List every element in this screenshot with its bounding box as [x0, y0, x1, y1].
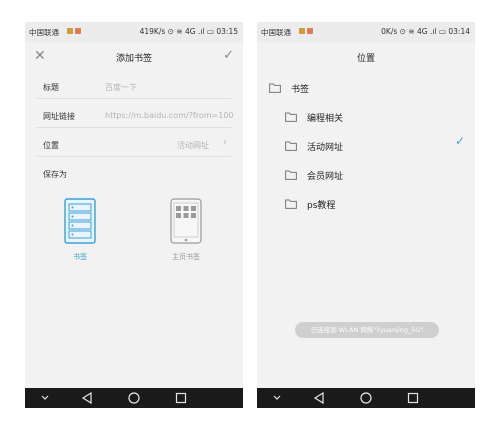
back-icon[interactable] — [304, 388, 334, 408]
folder-icon — [269, 83, 281, 93]
bookmark-option[interactable] — [64, 198, 96, 248]
folder-item[interactable]: 会员网址 — [285, 163, 455, 187]
folder-label: 活动网址 — [307, 143, 344, 153]
home-icon[interactable] — [351, 388, 381, 408]
status-bar: 中国联通 0K/s ⊙ ≋ 4G .ıl ▭ 03:14 — [257, 22, 475, 42]
save-as-label: 保存为 — [43, 170, 67, 179]
folder-item[interactable]: 编程相关 — [285, 105, 455, 129]
url-field[interactable]: 网址链接 https://m.baidu.com/?from=1000953 — [37, 103, 233, 128]
homepage-bookmark-option-label[interactable]: 主页书签 — [156, 252, 216, 262]
title-field-label: 标题 — [43, 83, 59, 92]
folder-item-selected[interactable]: 活动网址 — [285, 134, 455, 158]
toast-message: 已连接到 WLAN 网络"liyuanjing_5G" — [295, 322, 439, 338]
navigation-bar — [25, 388, 243, 408]
collapse-icon[interactable] — [30, 388, 60, 408]
folder-label: 会员网址 — [307, 172, 344, 182]
check-icon[interactable]: ✓ — [223, 48, 234, 63]
status-indicators: 0K/s ⊙ ≋ 4G .ıl ▭ 03:14 — [381, 27, 470, 36]
homepage-bookmark-option[interactable] — [170, 198, 202, 248]
folder-item-root[interactable]: 书签 — [269, 76, 459, 100]
phone-grid-icon — [170, 198, 202, 244]
notification-icon — [75, 28, 81, 34]
chevron-right-icon: › — [223, 137, 227, 148]
title-field-placeholder[interactable]: 百度一下 — [105, 82, 233, 93]
recents-icon[interactable] — [166, 388, 196, 408]
location-field-value: 活动网址 — [177, 141, 209, 150]
folder-label: 书签 — [291, 85, 310, 95]
url-field-label: 网址链接 — [43, 112, 75, 121]
back-icon[interactable] — [72, 388, 102, 408]
notification-icon — [299, 28, 305, 34]
folder-icon — [285, 199, 297, 209]
home-icon[interactable] — [119, 388, 149, 408]
title-bar: 位置 — [257, 42, 475, 72]
status-indicators: 419K/s ⊙ ≋ 4G .ıl ▭ 03:15 — [139, 27, 238, 36]
location-field[interactable]: 位置 活动网址 › — [37, 132, 231, 157]
folder-icon — [285, 141, 297, 151]
url-field-value[interactable]: https://m.baidu.com/?from=1000953 — [105, 111, 233, 120]
collapse-icon[interactable] — [262, 388, 292, 408]
folder-label: 编程相关 — [307, 114, 344, 124]
folder-item[interactable]: ps教程 — [285, 192, 455, 216]
add-bookmark-screen: 中国联通 419K/s ⊙ ≋ 4G .ıl ▭ 03:15 ✕ 添加书签 ✓ … — [25, 22, 243, 408]
title-field[interactable]: 标题 百度一下 — [37, 74, 231, 99]
folder-label: ps教程 — [307, 201, 336, 211]
bookmark-list-icon — [64, 198, 96, 244]
folder-icon — [285, 170, 297, 180]
carrier-label: 中国联通 — [29, 28, 59, 37]
recents-icon[interactable] — [398, 388, 428, 408]
location-field-label: 位置 — [43, 141, 59, 150]
page-title: 添加书签 — [115, 54, 152, 64]
carrier-label: 中国联通 — [261, 28, 291, 37]
status-bar: 中国联通 419K/s ⊙ ≋ 4G .ıl ▭ 03:15 — [25, 22, 243, 42]
notification-icon — [307, 28, 313, 34]
folder-icon — [285, 112, 297, 122]
page-title: 位置 — [356, 54, 375, 64]
check-icon: ✓ — [454, 134, 465, 148]
navigation-bar — [257, 388, 475, 408]
notification-icon — [67, 28, 73, 34]
title-bar: ✕ 添加书签 ✓ — [25, 42, 243, 72]
bookmark-option-label[interactable]: 书签 — [50, 252, 110, 262]
location-picker-screen: 中国联通 0K/s ⊙ ≋ 4G .ıl ▭ 03:14 位置 书签 编程相关 … — [257, 22, 475, 408]
